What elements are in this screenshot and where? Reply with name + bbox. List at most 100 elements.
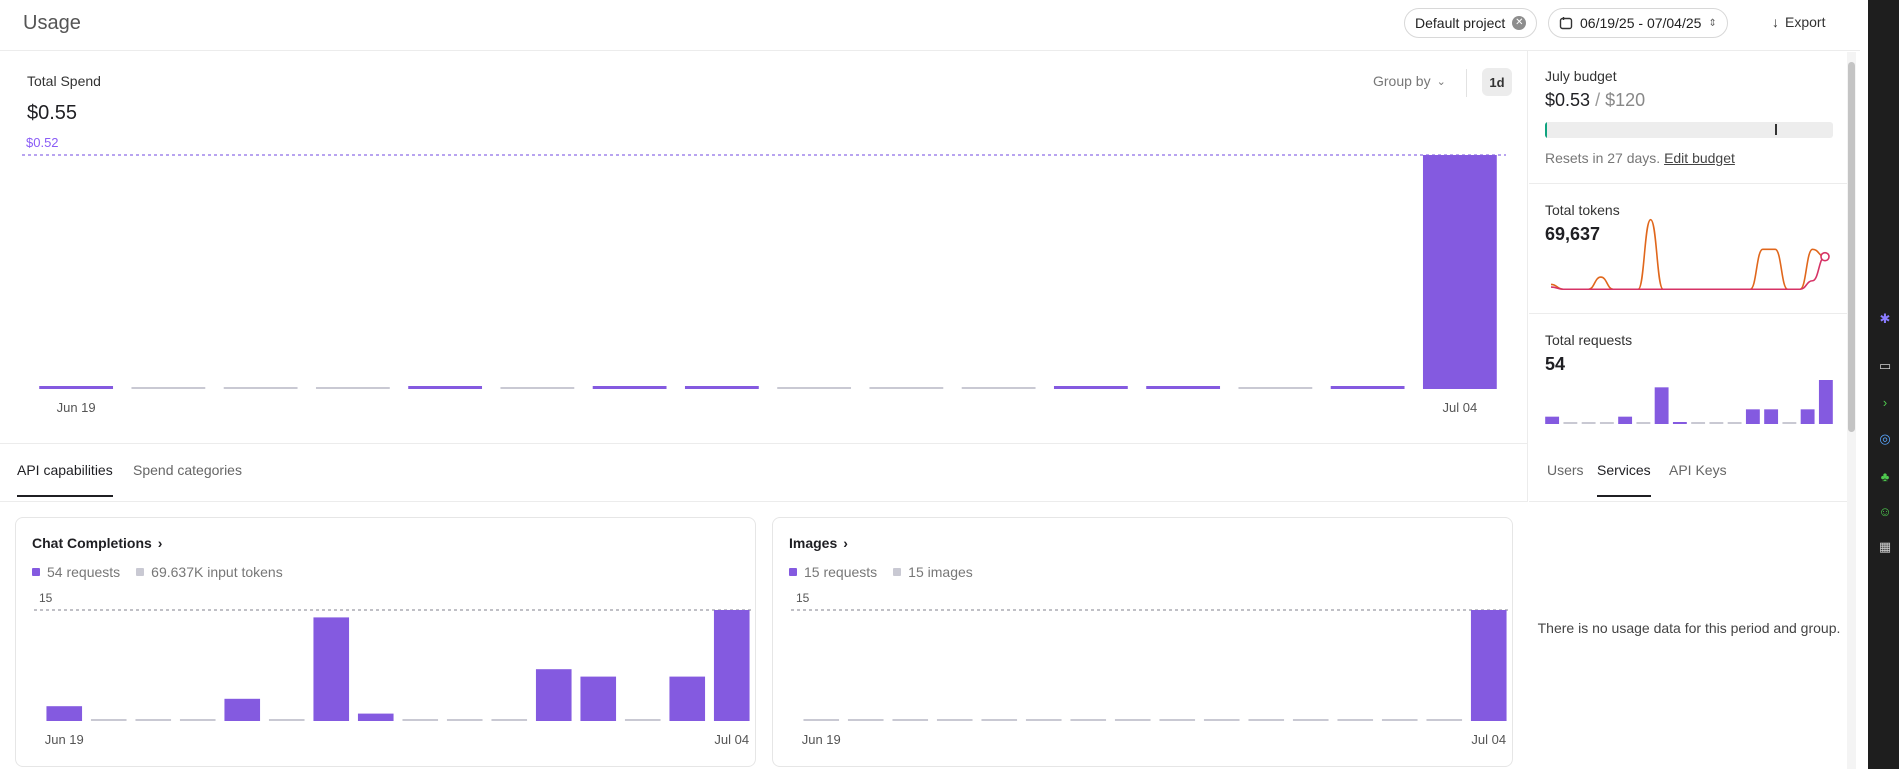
- max-value-label: 15: [796, 591, 810, 605]
- bar-empty: [981, 719, 1018, 721]
- budget-label: July budget: [1545, 68, 1617, 84]
- budget-progress-bar: [1545, 122, 1833, 138]
- request-bar: [1764, 409, 1779, 424]
- x-tick-label: Jun 19: [45, 732, 84, 747]
- bar-empty: [1159, 719, 1196, 721]
- chevron-updown-icon: ⇕: [1708, 17, 1717, 29]
- request-bar-empty: [1581, 422, 1596, 424]
- bar-empty: [491, 719, 528, 721]
- bar-empty: [892, 719, 929, 721]
- token-series-line: [1550, 218, 1826, 291]
- budget-resets-text: Resets in 27 days.: [1545, 150, 1661, 166]
- tab-services[interactable]: Services: [1597, 462, 1651, 497]
- bar: [713, 610, 750, 721]
- budget-separator: /: [1595, 90, 1601, 110]
- bar-empty: [446, 719, 483, 721]
- project-filter[interactable]: Default project ✕: [1404, 8, 1538, 38]
- bar: [1053, 386, 1128, 389]
- bar-empty: [315, 387, 390, 389]
- bar-empty: [847, 719, 884, 721]
- bar: [535, 669, 572, 721]
- no-usage-message: There is no usage data for this period a…: [1537, 620, 1841, 636]
- scrollbar[interactable]: [1847, 52, 1856, 769]
- requests-panel: Total requests 54: [1529, 314, 1849, 444]
- spend-chart: $0.52 Jun 19 Jul 04: [22, 135, 1506, 415]
- bar-empty: [936, 719, 973, 721]
- bar-empty: [402, 719, 439, 721]
- budget-spent: $0.53: [1545, 90, 1591, 110]
- bar-empty: [1025, 719, 1062, 721]
- tokens-sparkline: [1550, 218, 1830, 291]
- bar: [684, 386, 759, 389]
- bar-empty: [1426, 719, 1463, 721]
- clear-icon[interactable]: ✕: [1512, 16, 1527, 30]
- bar-empty: [268, 719, 305, 721]
- bar: [1330, 386, 1405, 389]
- bar-empty: [1114, 719, 1151, 721]
- bar-empty: [135, 719, 172, 721]
- bar-empty: [1381, 719, 1418, 721]
- request-bar-empty: [1636, 422, 1651, 424]
- top-bar: Usage Default project ✕ 06/19/25 - 07/04…: [0, 0, 1860, 51]
- database-icon[interactable]: ◎: [1876, 430, 1894, 448]
- bar-empty: [90, 719, 127, 721]
- tree-icon[interactable]: ♣: [1876, 467, 1894, 485]
- token-series-endpoint: [1820, 251, 1830, 262]
- chat-completions-card[interactable]: Chat Completions › 54 requests 69.637K i…: [15, 517, 756, 767]
- budget-amount: $0.53 / $120: [1545, 90, 1645, 111]
- bar-empty: [777, 387, 852, 389]
- request-bar-empty: [1727, 422, 1742, 424]
- export-button[interactable]: ↓ Export: [1772, 14, 1825, 30]
- bar-empty: [223, 387, 298, 389]
- grid-icon[interactable]: ▦: [1876, 538, 1894, 556]
- export-label: Export: [1785, 14, 1826, 30]
- tokens-panel: Total tokens 69,637: [1529, 184, 1849, 314]
- bar: [224, 698, 261, 721]
- scroll-thumb[interactable]: [1848, 62, 1855, 432]
- edit-budget-link[interactable]: Edit budget: [1664, 150, 1735, 166]
- terminal-icon[interactable]: ›: [1876, 393, 1894, 411]
- bar-empty: [1292, 719, 1329, 721]
- request-bar-empty: [1709, 422, 1724, 424]
- max-value-label: $0.52: [26, 135, 59, 150]
- bar: [1422, 155, 1497, 389]
- bar-empty: [869, 387, 944, 389]
- arrow-down-icon: ↓: [1772, 14, 1779, 30]
- x-tick-label: Jul 04: [714, 732, 749, 747]
- request-bar-empty: [1599, 422, 1614, 424]
- bar-empty: [1248, 719, 1285, 721]
- bar: [669, 676, 706, 721]
- tab-api-capabilities[interactable]: API capabilities: [17, 462, 113, 497]
- bar: [39, 386, 114, 389]
- bar-empty: [179, 719, 216, 721]
- date-range-picker[interactable]: 06/19/25 - 07/04/25 ⇕: [1548, 8, 1728, 38]
- user-icon[interactable]: ☺: [1876, 502, 1894, 520]
- x-tick-label: Jul 04: [1471, 732, 1506, 747]
- budget-marker: [1775, 124, 1777, 135]
- request-bar: [1818, 380, 1833, 424]
- capabilities-tabs: API capabilities Spend categories: [0, 444, 1528, 502]
- tab-users[interactable]: Users: [1547, 462, 1584, 495]
- monitor-icon[interactable]: ▭: [1876, 357, 1894, 375]
- x-tick-label: Jul 04: [1443, 400, 1478, 415]
- max-value-label: 15: [39, 591, 53, 605]
- images-card[interactable]: Images › 15 requests 15 images 15 Jun 19 J…: [772, 517, 1513, 767]
- bar: [408, 386, 483, 389]
- bar: [580, 676, 617, 721]
- bar: [1470, 610, 1507, 721]
- bar-empty: [131, 387, 206, 389]
- bar: [1146, 386, 1221, 389]
- request-bar-empty: [1691, 422, 1706, 424]
- bar-empty: [624, 719, 661, 721]
- chat-completions-chart: 15 Jun 19 Jul 04: [34, 591, 754, 747]
- request-bar: [1800, 409, 1815, 424]
- tab-spend-categories[interactable]: Spend categories: [133, 462, 242, 495]
- images-chart: 15 Jun 19 Jul 04: [791, 591, 1511, 747]
- budget-panel: July budget $0.53 / $120 Resets in 27 da…: [1529, 51, 1849, 184]
- x-tick-label: Jun 19: [57, 400, 96, 415]
- extension-icon[interactable]: ✱: [1876, 310, 1894, 328]
- spend-panel: Total Spend $0.55 Group by ⌄ 1d $0.52 Jun…: [0, 51, 1528, 444]
- tab-api-keys[interactable]: API Keys: [1669, 462, 1727, 495]
- budget-progress-fill: [1545, 122, 1547, 138]
- project-filter-label: Default project: [1415, 15, 1506, 31]
